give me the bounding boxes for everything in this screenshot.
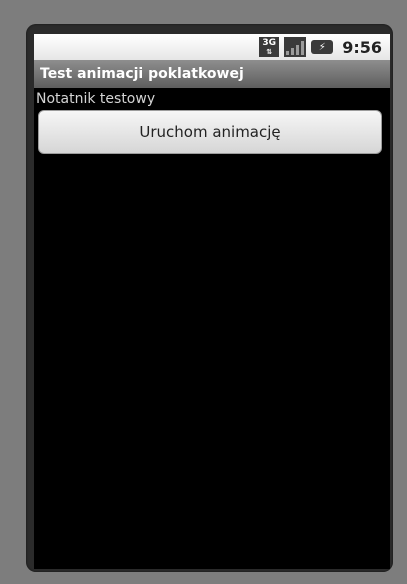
network-type-label: 3G <box>262 38 277 48</box>
status-bar: 3G ⇅ ⚡ 9:56 <box>34 34 390 60</box>
status-time: 9:56 <box>342 37 382 57</box>
signal-strength-icon <box>284 37 307 57</box>
charging-bolt-icon: ⚡ <box>318 41 326 53</box>
data-arrows-icon: ⇅ <box>266 48 273 56</box>
app-title: Test animacji poklatkowej <box>40 66 244 82</box>
device-frame: 3G ⇅ ⚡ 9:56 Test animacji poklatkowej No… <box>0 0 407 584</box>
battery-charging-icon: ⚡ <box>311 40 334 54</box>
app-title-bar: Test animacji poklatkowej <box>34 60 390 88</box>
network-3g-icon: 3G ⇅ <box>259 37 280 57</box>
note-label: Notatnik testowy <box>36 91 156 107</box>
start-animation-button[interactable]: Uruchom animację <box>38 110 382 154</box>
phone-screen: 3G ⇅ ⚡ 9:56 Test animacji poklatkowej No… <box>34 34 390 569</box>
